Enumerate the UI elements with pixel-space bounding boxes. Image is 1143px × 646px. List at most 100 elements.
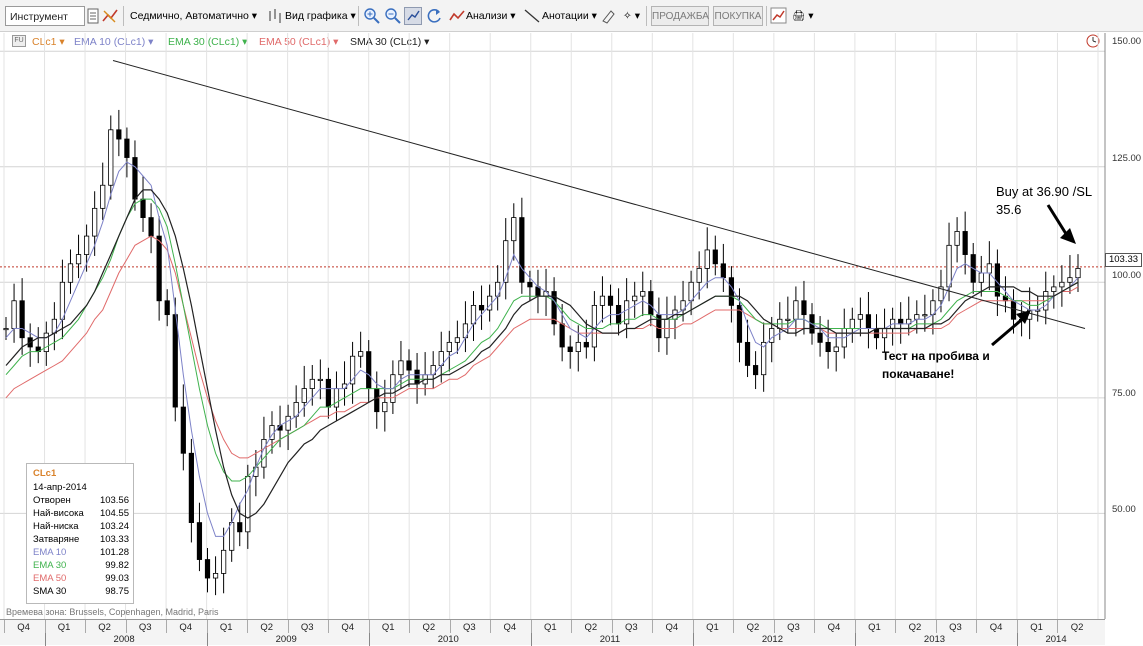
instrument-input[interactable]: Инструмент [5, 6, 85, 26]
candle [704, 249, 710, 269]
candle [930, 300, 936, 316]
annotations-menu[interactable]: Анотации ▾ [542, 6, 597, 26]
candle [914, 314, 920, 320]
reset-icon[interactable] [426, 7, 444, 25]
candle [825, 341, 831, 353]
fx-icon[interactable]: FU [12, 35, 26, 47]
eraser-icon[interactable] [599, 7, 617, 25]
price-chart[interactable] [0, 0, 1143, 645]
buy-button[interactable]: ПОКУПКА [713, 6, 763, 26]
pan-zoom-icon[interactable] [404, 7, 422, 25]
candle [833, 346, 839, 353]
candle [470, 304, 477, 325]
candle [736, 304, 743, 343]
quarter-divider [44, 620, 46, 633]
buy-arrow-head [1060, 228, 1076, 244]
candle [27, 337, 33, 348]
candle [341, 383, 348, 389]
candle [92, 207, 98, 237]
quarter-divider [1016, 620, 1018, 633]
year-label: 2010 [437, 634, 459, 645]
draw-line-icon[interactable] [523, 7, 541, 25]
bar-chart-icon[interactable] [267, 7, 285, 25]
candle [406, 360, 412, 371]
candle [551, 291, 557, 325]
candle [438, 351, 444, 366]
print-icon: 🖨 [792, 10, 806, 22]
info-row: EMA 50 99.03 [33, 573, 129, 584]
legend-ema50[interactable]: EMA 50 (CLc1) ▾ [259, 36, 338, 48]
candle [503, 240, 509, 283]
candle [1075, 268, 1081, 279]
trendline [112, 60, 1086, 329]
chart-type-select[interactable]: Вид графика ▾ [285, 6, 356, 26]
candle [398, 360, 404, 376]
candle [84, 235, 90, 255]
ema50-line [5, 235, 1079, 459]
crosshair-select[interactable]: ✧ ▾ [623, 6, 640, 26]
candle [487, 295, 493, 311]
candle [124, 138, 130, 158]
candle [67, 263, 74, 283]
quarter-divider [368, 620, 370, 633]
candle [511, 217, 517, 242]
crosshair-icon: ✧ [623, 10, 632, 22]
period-select[interactable]: Седмично, Автоматично ▾ [130, 6, 257, 26]
candle [648, 291, 654, 316]
analysis-menu[interactable]: Анализи ▾ [466, 6, 516, 26]
candle [527, 281, 533, 288]
candle [3, 328, 9, 331]
year-divider [854, 633, 856, 646]
candle [656, 314, 662, 339]
legend-ema10[interactable]: EMA 10 (CLc1) ▾ [74, 36, 153, 48]
candle [898, 318, 904, 325]
year-divider [206, 633, 208, 646]
candle [1002, 295, 1009, 302]
candle [664, 318, 670, 339]
export-select[interactable]: 🖨 ▾ [792, 6, 814, 26]
candle [358, 351, 364, 357]
analysis-icon[interactable] [448, 7, 466, 25]
compare-chart-icon[interactable] [770, 7, 788, 25]
chevron-down-icon: ▾ [510, 10, 516, 22]
info-row: Затваряне 103.33 [33, 534, 129, 545]
quarter-divider [1057, 620, 1059, 633]
time-axis[interactable]: Q4 Q1 Q2 Q3 Q4 Q1 Q2 Q3 Q4 Q1 Q2 Q3 Q4 Q1 Q2 Q3 Q4 Q1 Q2 Q3… [0, 619, 1105, 646]
quarter-label: Q4 [17, 622, 30, 633]
year-divider [530, 633, 532, 646]
legend-main[interactable]: CLc1 ▾ [32, 36, 65, 48]
candle [769, 328, 775, 343]
quarter-label: Q3 [949, 622, 962, 633]
sell-button[interactable]: ПРОДАЖБА [651, 6, 709, 26]
candle [632, 295, 638, 302]
legend-sma30[interactable]: SMA 30 (CLc1) ▾ [350, 36, 429, 48]
candle [607, 295, 614, 306]
quarter-divider [935, 620, 937, 633]
clock-icon[interactable] [1086, 34, 1100, 51]
quarter-label: Q3 [787, 622, 800, 633]
candle [535, 286, 541, 297]
year-label: 2013 [923, 634, 946, 645]
test-annotation-line1: Тест на пробива и [882, 349, 990, 363]
quarter-label: Q4 [665, 622, 679, 633]
chart-settings-icon[interactable] [101, 7, 119, 25]
quarter-divider [490, 620, 492, 633]
candle [938, 286, 944, 302]
candle [712, 249, 718, 265]
y-tick-label: 125.00 [1112, 153, 1142, 164]
quarter-divider [611, 620, 613, 633]
quarter-divider [287, 620, 289, 633]
candle [51, 318, 57, 334]
zoom-out-icon[interactable] [384, 7, 402, 25]
timezone-label: Времева зона: Brussels, Copenhagen, Madr… [6, 607, 219, 617]
legend-ema30[interactable]: EMA 30 (CLc1) ▾ [168, 36, 247, 48]
candle [180, 406, 186, 454]
candle [890, 318, 896, 329]
candle [59, 281, 66, 320]
quarter-divider [206, 620, 208, 633]
year-divider [368, 633, 370, 646]
zoom-in-icon[interactable] [363, 7, 381, 25]
quarter-label: Q2 [98, 622, 111, 633]
candle [374, 388, 380, 413]
candle [986, 263, 992, 274]
